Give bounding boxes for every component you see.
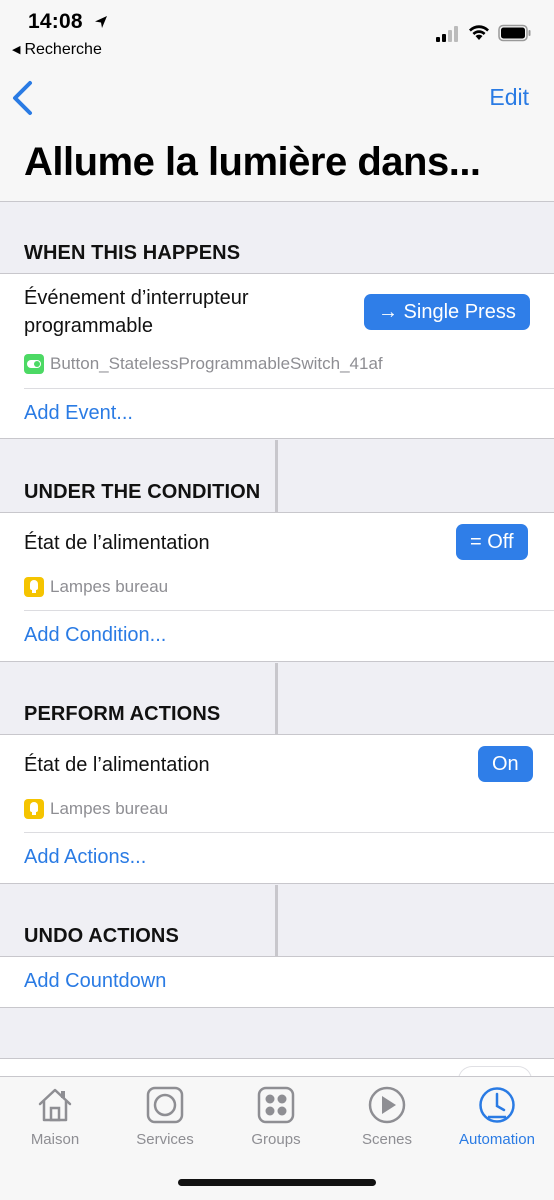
- tab-maison[interactable]: Maison: [0, 1085, 110, 1148]
- lightbulb-icon: [24, 799, 44, 819]
- tab-scenes[interactable]: Scenes: [332, 1085, 442, 1148]
- section-header-actions: PERFORM ACTIONS: [24, 703, 221, 725]
- add-event-button[interactable]: Add Event...: [24, 402, 133, 425]
- house-icon: [38, 1088, 72, 1122]
- clock-icon: [479, 1087, 515, 1123]
- actions-divider: [24, 832, 554, 833]
- back-triangle-icon: ◀: [12, 44, 21, 56]
- back-app-label: Recherche: [24, 41, 102, 58]
- cellular-signal-icon: [436, 26, 458, 42]
- single-press-button[interactable]: → Single Press: [364, 294, 530, 330]
- services-icon: [146, 1086, 184, 1124]
- event-divider: [24, 388, 554, 389]
- tab-automation[interactable]: Automation: [442, 1085, 552, 1148]
- status-bar: 14:08 ◀ Recherche: [0, 0, 554, 66]
- scenes-icon: [368, 1086, 406, 1124]
- section-header-condition: UNDER THE CONDITION: [24, 481, 261, 503]
- tab-label-maison: Maison: [30, 1131, 80, 1148]
- condition-accessory: Lampes bureau: [24, 577, 168, 597]
- add-countdown-button[interactable]: Add Countdown: [24, 970, 166, 993]
- home-indicator[interactable]: [178, 1179, 376, 1186]
- lightbulb-icon: [24, 577, 44, 597]
- location-arrow-icon: [95, 16, 107, 28]
- tab-label-scenes: Scenes: [361, 1131, 413, 1148]
- status-time: 14:08: [28, 10, 83, 33]
- condition-card: État de l’alimentation = Off Lampes bure…: [0, 512, 554, 662]
- back-to-app-link[interactable]: ◀ Recherche: [12, 41, 102, 59]
- tab-services[interactable]: Services: [110, 1085, 220, 1148]
- condition-title[interactable]: État de l’alimentation: [24, 529, 210, 557]
- switch-accessory-icon: [24, 354, 44, 374]
- page-title: Allume la lumière dans...: [24, 140, 481, 184]
- groups-icon: [257, 1086, 295, 1124]
- action-on-button[interactable]: On: [478, 746, 533, 782]
- tab-groups[interactable]: Groups: [221, 1085, 331, 1148]
- action-accessory-label: Lampes bureau: [50, 799, 169, 818]
- edit-button[interactable]: Edit: [489, 84, 529, 111]
- event-accessory-label: Button_StatelessProgrammableSwitch_41af: [50, 354, 383, 373]
- undo-card: Add Countdown: [0, 956, 554, 1008]
- event-title[interactable]: Événement d’interrupteur programmable: [24, 284, 249, 340]
- battery-icon: [498, 24, 531, 42]
- wifi-icon: [469, 25, 489, 40]
- event-title-line1: Événement d’interrupteur: [24, 287, 249, 309]
- condition-divider: [24, 610, 554, 611]
- event-card: Événement d’interrupteur programmable → …: [0, 273, 554, 439]
- action-title[interactable]: État de l’alimentation: [24, 751, 210, 779]
- tab-label-automation: Automation: [459, 1131, 535, 1148]
- add-actions-button[interactable]: Add Actions...: [24, 846, 146, 869]
- event-title-line2: programmable: [24, 315, 153, 337]
- section-header-when: WHEN THIS HAPPENS: [24, 242, 241, 264]
- action-accessory: Lampes bureau: [24, 799, 168, 819]
- add-condition-button[interactable]: Add Condition...: [24, 624, 166, 647]
- condition-off-button[interactable]: = Off: [456, 524, 528, 560]
- tab-label-services: Services: [136, 1131, 194, 1148]
- condition-accessory-label: Lampes bureau: [50, 577, 169, 596]
- back-chevron-icon[interactable]: [10, 80, 36, 116]
- section-header-undo: UNDO ACTIONS: [24, 925, 179, 947]
- section-separator: [275, 663, 278, 735]
- event-accessory: Button_StatelessProgrammableSwitch_41af: [24, 354, 383, 374]
- actions-card: État de l’alimentation On Lampes bureau …: [0, 734, 554, 884]
- tab-label-groups: Groups: [251, 1131, 301, 1148]
- section-separator: [275, 440, 278, 512]
- section-separator: [275, 885, 278, 957]
